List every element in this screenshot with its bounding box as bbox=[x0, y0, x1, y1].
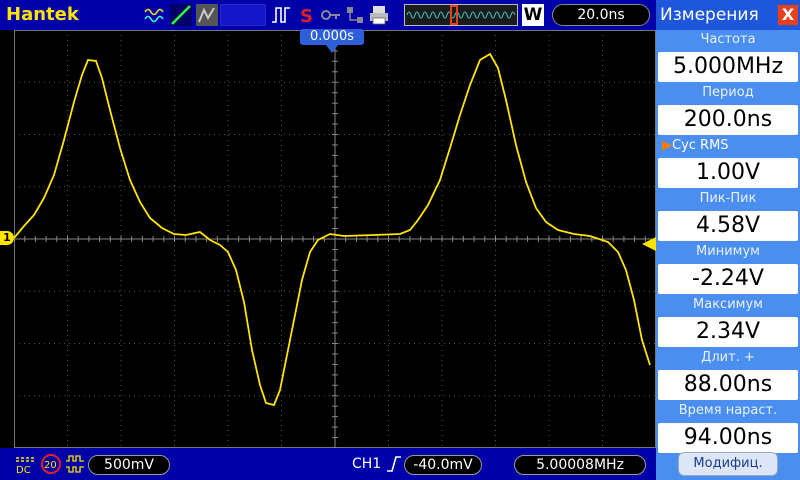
frequency-counter: 5.00008MHz bbox=[514, 455, 646, 475]
coupling-label: DC bbox=[16, 465, 31, 475]
measurement-value: 94.00ns bbox=[658, 423, 798, 453]
trigger-level-marker[interactable] bbox=[642, 237, 656, 251]
measurement-label[interactable]: Максимум bbox=[656, 295, 800, 317]
scope-plot[interactable] bbox=[13, 29, 656, 449]
measurement-value: 4.58V bbox=[658, 211, 798, 241]
measurement-label-text: Период bbox=[702, 85, 754, 100]
printer-icon[interactable] bbox=[368, 4, 390, 26]
stop-s-icon[interactable]: S bbox=[296, 4, 318, 26]
timebase-display[interactable]: 20.0ns bbox=[552, 4, 650, 26]
measurement-label-text: Максимум bbox=[693, 297, 763, 312]
measurement-label[interactable]: Период bbox=[656, 83, 800, 105]
bandwidth-limit-icon[interactable]: 20 bbox=[40, 453, 62, 475]
measurement-value: -2.24V bbox=[658, 264, 798, 294]
invert-icon[interactable] bbox=[64, 453, 86, 475]
ch1-waveform bbox=[13, 52, 651, 407]
measurement-label[interactable]: Пик-Пик bbox=[656, 189, 800, 211]
bw-limit-label: 20 bbox=[44, 460, 57, 471]
network-icon bbox=[347, 7, 363, 23]
measurement-label-text: Пик-Пик bbox=[699, 191, 757, 206]
trigger-position-label[interactable]: 0.000s bbox=[300, 29, 364, 45]
top-toolbar: Hantek S W 20.0ns bbox=[0, 0, 656, 30]
measurement-label-text: Cyc RMS bbox=[672, 138, 729, 153]
empty-slot bbox=[220, 4, 266, 26]
brand-logo: Hantek bbox=[6, 4, 79, 25]
measurement-label[interactable]: ▶Cyc RMS bbox=[656, 136, 800, 158]
coupling-dc-icon[interactable]: DC bbox=[14, 453, 36, 475]
measurement-label-text: Время нараст. bbox=[678, 403, 778, 418]
close-icon[interactable]: X bbox=[778, 5, 798, 25]
trigger-pulse-icon[interactable] bbox=[270, 4, 292, 26]
modify-button[interactable]: Модифиц. bbox=[678, 452, 778, 476]
measurement-label-text: Частота bbox=[700, 32, 756, 47]
trigger-source: CH1 bbox=[352, 456, 382, 472]
measurement-label[interactable]: Время нараст. bbox=[656, 401, 800, 423]
svg-text:S: S bbox=[300, 6, 313, 26]
bottom-status-bar: DC 20 500mV CH1 -40.0mV 5.00008MHz bbox=[0, 448, 656, 480]
measurement-value: 1.00V bbox=[658, 158, 798, 188]
measurement-label-text: Минимум bbox=[696, 244, 760, 259]
measurement-label[interactable]: Частота bbox=[656, 30, 800, 52]
measurement-label-text: Длит. + bbox=[701, 350, 755, 365]
measurement-value: 2.34V bbox=[658, 317, 798, 347]
trigger-level[interactable]: -40.0mV bbox=[404, 455, 482, 475]
measurement-value: 200.0ns bbox=[658, 105, 798, 135]
memory-overview-wave bbox=[406, 5, 516, 25]
channel1-marker[interactable]: 1 bbox=[0, 231, 14, 245]
wave-mode-badge[interactable]: W bbox=[522, 4, 544, 26]
measurement-label[interactable]: Минимум bbox=[656, 242, 800, 264]
measurement-value: 88.00ns bbox=[658, 370, 798, 400]
trigger-position-pointer[interactable] bbox=[326, 45, 338, 53]
ramp-icon[interactable] bbox=[170, 4, 192, 26]
plot-canvas bbox=[13, 29, 656, 449]
rising-edge-icon[interactable] bbox=[386, 455, 402, 473]
memory-overview-bar[interactable] bbox=[404, 4, 518, 26]
measurement-value: 5.000MHz bbox=[658, 52, 798, 82]
panel-title-text: Измерения bbox=[660, 5, 759, 25]
ch1-wave-icon[interactable] bbox=[144, 4, 166, 26]
key-icon bbox=[321, 10, 340, 20]
volts-per-div[interactable]: 500mV bbox=[88, 455, 170, 475]
measurement-label[interactable]: Длит. + bbox=[656, 348, 800, 370]
measurements-panel: Измерения X Частота 5.000MHz Период 200.0ns… bbox=[656, 0, 800, 480]
persistence-icon[interactable] bbox=[196, 4, 218, 26]
selected-arrow-icon: ▶ bbox=[662, 138, 672, 153]
